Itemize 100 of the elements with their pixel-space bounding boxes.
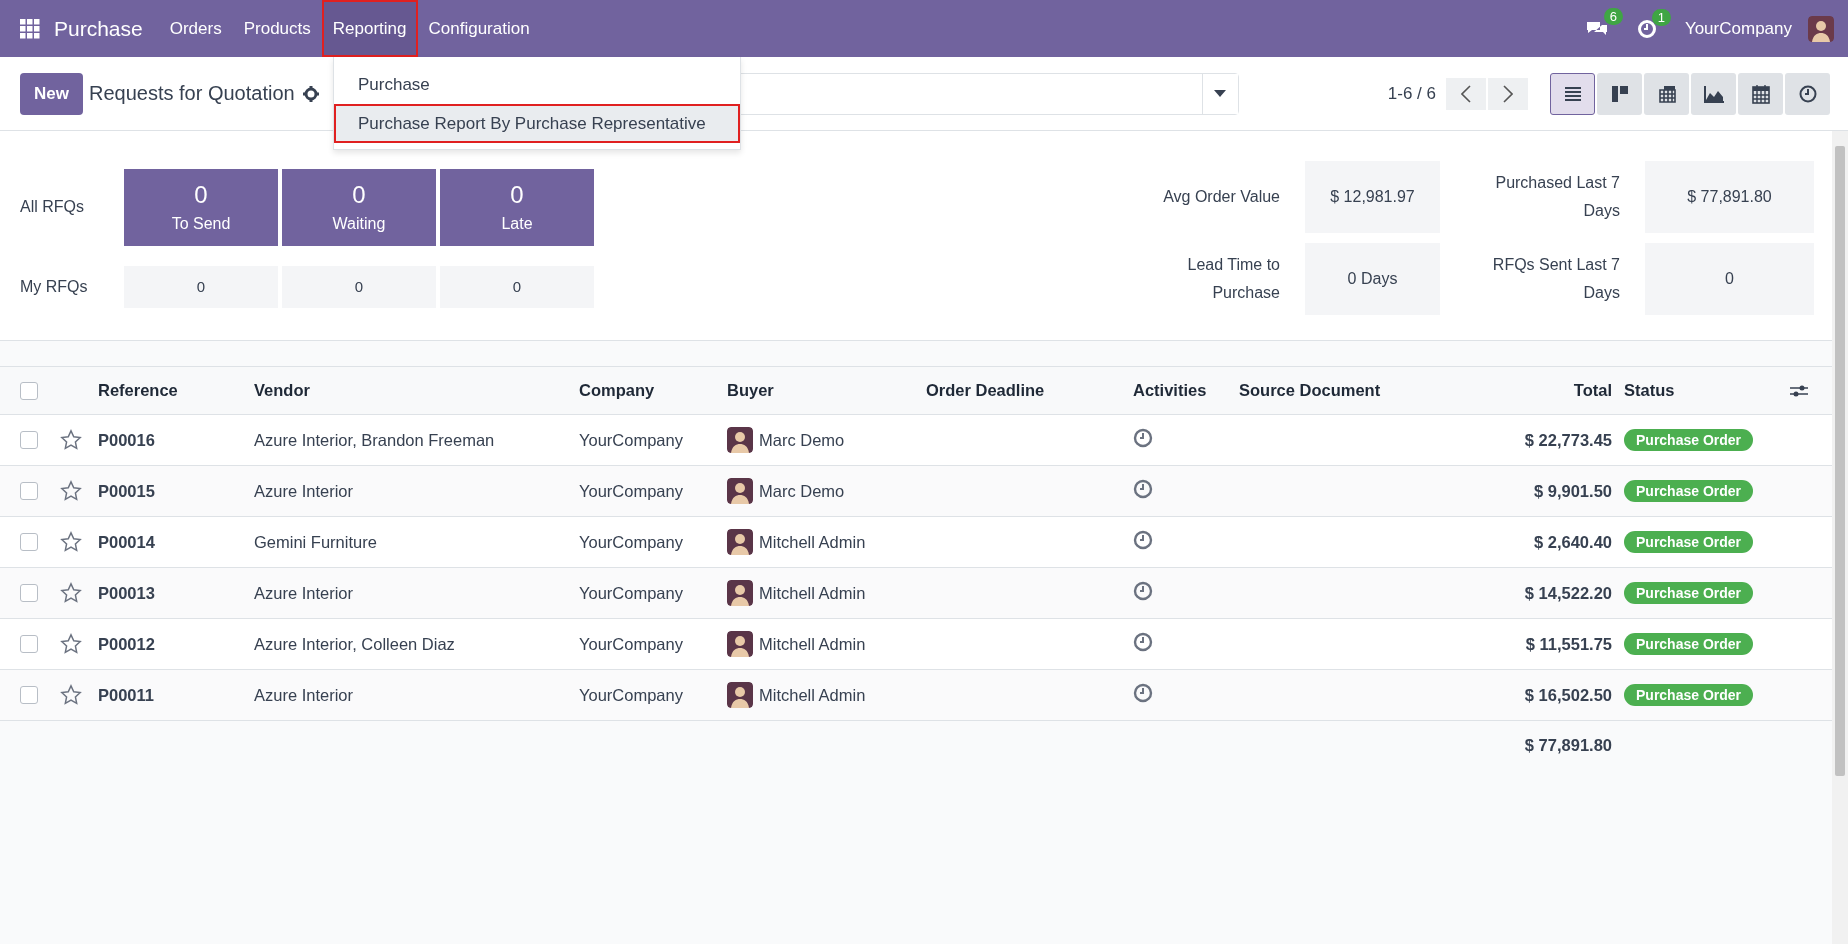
clock-icon[interactable]: [1133, 632, 1153, 652]
clock-icon[interactable]: [1133, 530, 1153, 550]
stat-value: 0: [1645, 243, 1814, 315]
column-header[interactable]: Status: [1624, 381, 1790, 400]
total-cell-text: $ 14,522.20: [1523, 583, 1612, 603]
stat-tile[interactable]: 0 Late: [440, 168, 594, 246]
dropdown-item[interactable]: Purchase Report By Purchase Representative: [334, 104, 740, 143]
buyer-avatar: [727, 427, 753, 453]
company-cell-text: YourCompany: [579, 583, 684, 603]
list-view-icon: [1563, 85, 1582, 102]
buyer-avatar: [727, 529, 753, 555]
row-checkbox[interactable]: [20, 635, 38, 653]
tile-label: To Send: [171, 215, 231, 233]
company-cell-text: YourCompany: [579, 430, 684, 450]
company-cell-text: YourCompany: [579, 532, 684, 552]
company-cell-text: YourCompany: [579, 481, 684, 501]
total-cell-text: $ 22,773.45: [1523, 430, 1612, 450]
settings-sliders-icon[interactable]: [1790, 383, 1808, 398]
stat-tile[interactable]: 0 To Send: [124, 168, 278, 246]
total-cell-text: $ 9,901.50: [1533, 481, 1612, 501]
total-cell-text: $ 2,640.40: [1533, 532, 1612, 552]
star-icon[interactable]: [60, 429, 82, 451]
column-header[interactable]: Order Deadline: [926, 381, 1133, 400]
column-header[interactable]: Reference: [98, 381, 254, 400]
buyer-name: Mitchell Admin: [759, 532, 866, 552]
search-options-toggle[interactable]: [1201, 73, 1238, 114]
buyer-avatar: [727, 478, 753, 504]
stat-label: Lead Time to Purchase: [1186, 255, 1280, 303]
view-button[interactable]: [1550, 72, 1595, 115]
stat-label: RFQs Sent Last 7 Days: [1491, 255, 1620, 303]
row-checkbox[interactable]: [20, 482, 38, 500]
stat-tile[interactable]: 0 Waiting: [282, 168, 436, 246]
status-badge: Purchase Order: [1624, 633, 1754, 655]
gear-icon[interactable]: [302, 85, 319, 102]
star-icon[interactable]: [60, 633, 82, 655]
clock-icon[interactable]: [1133, 683, 1153, 703]
pivot-table-icon: [1657, 84, 1676, 103]
reference-cell-text: P00016: [98, 430, 156, 450]
my-count[interactable]: 0: [282, 265, 436, 308]
status-badge: Purchase Order: [1624, 684, 1754, 706]
stat-value: $ 12,981.97: [1305, 161, 1440, 233]
view-button[interactable]: [1644, 72, 1689, 115]
row-checkbox[interactable]: [20, 533, 38, 551]
column-header[interactable]: Buyer: [727, 381, 926, 400]
reference-cell-text: P00011: [98, 685, 155, 705]
vendor-cell-text: Azure Interior: [254, 583, 355, 603]
clock-icon[interactable]: [1133, 428, 1153, 448]
app-grid-icon[interactable]: [20, 18, 40, 39]
total-cell-text: $ 16,502.50: [1523, 685, 1612, 705]
reference-cell-text: P00014: [98, 532, 156, 552]
column-header[interactable]: Source Document: [1239, 381, 1470, 400]
status-badge: Purchase Order: [1624, 582, 1754, 604]
menu-item[interactable]: Reporting: [321, 0, 418, 57]
star-icon[interactable]: [60, 531, 82, 553]
row-checkbox[interactable]: [20, 431, 38, 449]
activity-count: 1: [1651, 8, 1671, 26]
vendor-cell-text: Azure Interior: [254, 481, 355, 501]
view-button[interactable]: [1785, 72, 1830, 115]
view-button[interactable]: [1597, 72, 1642, 115]
previous-button[interactable]: [1446, 77, 1486, 110]
buyer-name: Mitchell Admin: [759, 685, 866, 705]
column-header[interactable]: Vendor: [254, 381, 579, 400]
clock-icon[interactable]: [1133, 479, 1153, 499]
column-header[interactable]: Activities: [1133, 381, 1239, 400]
my-count[interactable]: 0: [440, 265, 594, 308]
menu-item[interactable]: Orders: [158, 0, 233, 57]
buyer-name: Marc Demo: [759, 481, 845, 501]
clock-icon[interactable]: [1133, 581, 1153, 601]
star-icon[interactable]: [60, 582, 82, 604]
dropdown-item[interactable]: Purchase: [334, 65, 740, 104]
clock-icon: [1798, 84, 1817, 103]
menu-item[interactable]: Configuration: [417, 0, 541, 57]
caret-icon: [1214, 90, 1227, 97]
view-button[interactable]: [1738, 72, 1783, 115]
total-cell-text: $ 11,551.75: [1524, 634, 1612, 654]
new-button[interactable]: New: [20, 72, 83, 115]
star-icon[interactable]: [60, 480, 82, 502]
buyer-name: Mitchell Admin: [759, 634, 866, 654]
page-title: Requests for Quotation: [88, 82, 295, 105]
select-all-checkbox[interactable]: [20, 381, 38, 400]
my-count[interactable]: 0: [124, 265, 278, 308]
scrollbar-thumb[interactable]: [1835, 146, 1845, 776]
reference-cell-text: P00012: [98, 634, 156, 654]
row-checkbox[interactable]: [20, 686, 38, 704]
app-name[interactable]: Purchase: [54, 16, 143, 41]
stat-label: Avg Order Value: [1162, 187, 1280, 207]
company-name[interactable]: YourCompany: [1684, 18, 1792, 39]
menu-item[interactable]: Products: [232, 0, 322, 57]
pager-text[interactable]: 1-6 / 6: [1387, 83, 1436, 104]
grand-total: $ 77,891.80: [1523, 735, 1612, 755]
row-checkbox[interactable]: [20, 584, 38, 602]
next-button[interactable]: [1488, 77, 1528, 110]
star-icon[interactable]: [60, 684, 82, 706]
view-button[interactable]: [1691, 72, 1736, 115]
reference-cell-text: P00015: [98, 481, 156, 501]
column-header[interactable]: Company: [579, 381, 727, 400]
stat-value: 0 Days: [1305, 243, 1440, 315]
company-cell-text: YourCompany: [579, 634, 684, 654]
column-header[interactable]: Total: [1470, 381, 1612, 400]
reference-cell-text: P00013: [98, 583, 156, 603]
